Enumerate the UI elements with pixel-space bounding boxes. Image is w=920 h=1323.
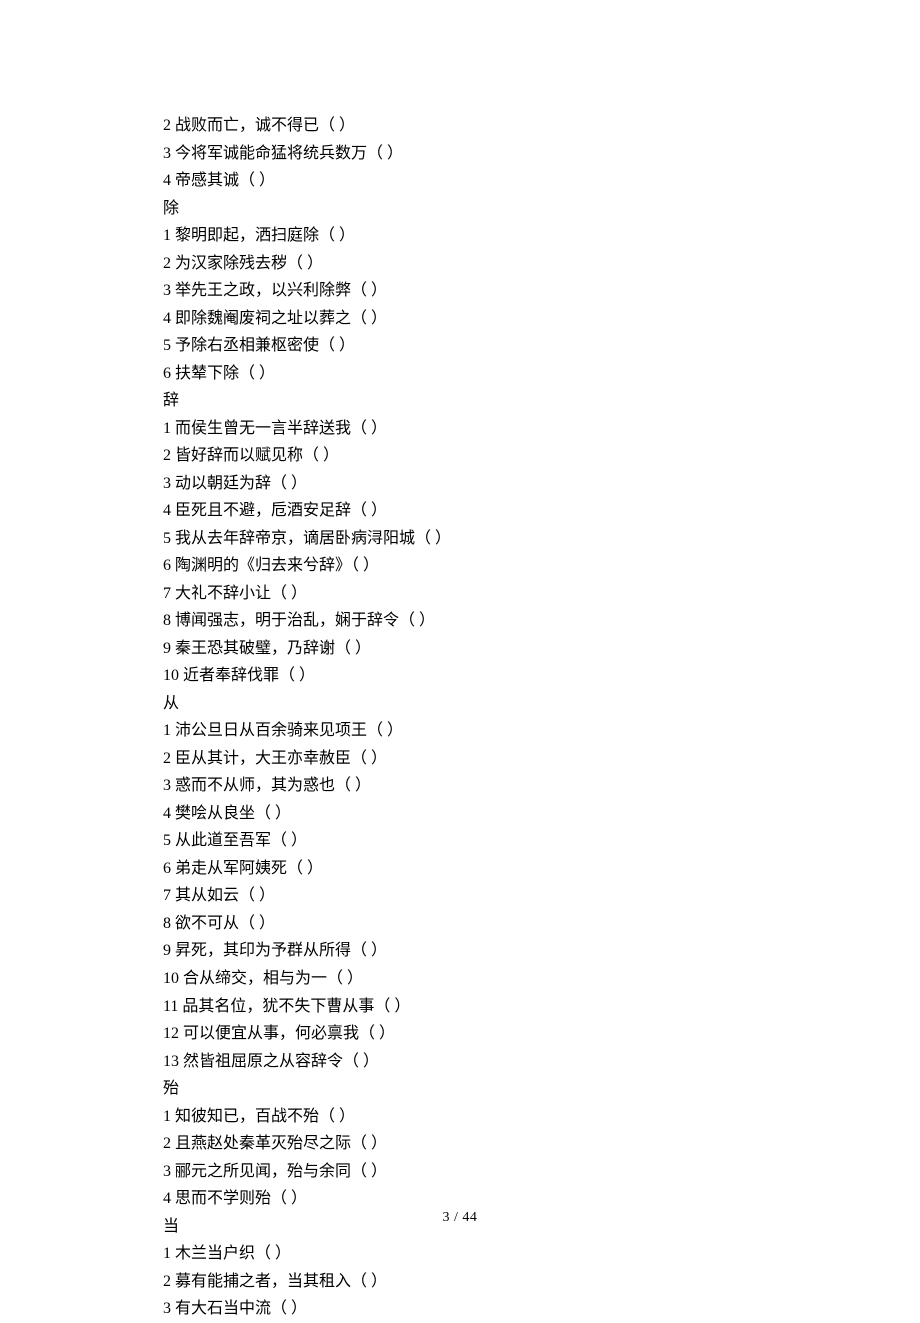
text-line: 4 樊哙从良坐（ ）	[163, 800, 920, 828]
text-line: 8 博闻强志，明于治乱，娴于辞令（ ）	[163, 607, 920, 635]
text-line: 2 战败而亡，诚不得已（ ）	[163, 112, 920, 140]
text-line: 8 欲不可从（ ）	[163, 910, 920, 938]
text-line: 1 而侯生曾无一言半辞送我（ ）	[163, 415, 920, 443]
text-line: 除	[163, 195, 920, 223]
text-line: 9 秦王恐其破璧，乃辞谢（ ）	[163, 635, 920, 663]
text-line: 辞	[163, 387, 920, 415]
page-footer: 3 / 44	[0, 1206, 920, 1230]
text-line: 3 动以朝廷为辞（ ）	[163, 470, 920, 498]
text-line: 12 可以便宜从事，何必禀我（ ）	[163, 1020, 920, 1048]
text-line: 4 帝感其诚（ ）	[163, 167, 920, 195]
text-line: 殆	[163, 1075, 920, 1103]
text-line: 7 其从如云（ ）	[163, 882, 920, 910]
text-line: 4 臣死且不避，卮酒安足辞（ ）	[163, 497, 920, 525]
text-line: 11 品其名位，犹不失下曹从事（ ）	[163, 993, 920, 1021]
text-line: 4 即除魏阉废祠之址以葬之（ ）	[163, 305, 920, 333]
text-line: 2 皆好辞而以赋见称（ ）	[163, 442, 920, 470]
text-line: 3 举先王之政，以兴利除弊（ ）	[163, 277, 920, 305]
text-line: 2 为汉家除残去秽（ ）	[163, 250, 920, 278]
text-line: 10 合从缔交，相与为一（ ）	[163, 965, 920, 993]
text-line: 1 沛公旦日从百余骑来见项王（ ）	[163, 717, 920, 745]
text-line: 3 郦元之所见闻，殆与余同（ ）	[163, 1158, 920, 1186]
text-line: 2 募有能捕之者，当其租入（ ）	[163, 1268, 920, 1296]
text-line: 6 扶辇下除（ ）	[163, 360, 920, 388]
text-line: 1 黎明即起，洒扫庭除（ ）	[163, 222, 920, 250]
text-line: 5 从此道至吾军（ ）	[163, 827, 920, 855]
text-line: 3 惑而不从师，其为惑也（ ）	[163, 772, 920, 800]
text-line: 9 昇死，其印为予群从所得（ ）	[163, 937, 920, 965]
text-line: 7 大礼不辞小让（ ）	[163, 580, 920, 608]
text-line: 6 陶渊明的《归去来兮辞》（ ）	[163, 552, 920, 580]
text-line: 1 木兰当户织（ ）	[163, 1240, 920, 1268]
text-line: 2 臣从其计，大王亦幸赦臣（ ）	[163, 745, 920, 773]
text-line: 2 且燕赵处秦革灭殆尽之际（ ）	[163, 1130, 920, 1158]
text-line: 13 然皆祖屈原之从容辞令（ ）	[163, 1048, 920, 1076]
text-line: 6 弟走从军阿姨死（ ）	[163, 855, 920, 883]
text-line: 3 今将军诚能命猛将统兵数万（ ）	[163, 140, 920, 168]
text-line: 3 有大石当中流（ ）	[163, 1295, 920, 1323]
text-line: 1 知彼知已，百战不殆（ ）	[163, 1103, 920, 1131]
text-line: 5 予除右丞相兼枢密使（ ）	[163, 332, 920, 360]
text-line: 10 近者奉辞伐罪（ ）	[163, 662, 920, 690]
text-line: 5 我从去年辞帝京，谪居卧病浔阳城（ ）	[163, 525, 920, 553]
text-line: 从	[163, 690, 920, 718]
